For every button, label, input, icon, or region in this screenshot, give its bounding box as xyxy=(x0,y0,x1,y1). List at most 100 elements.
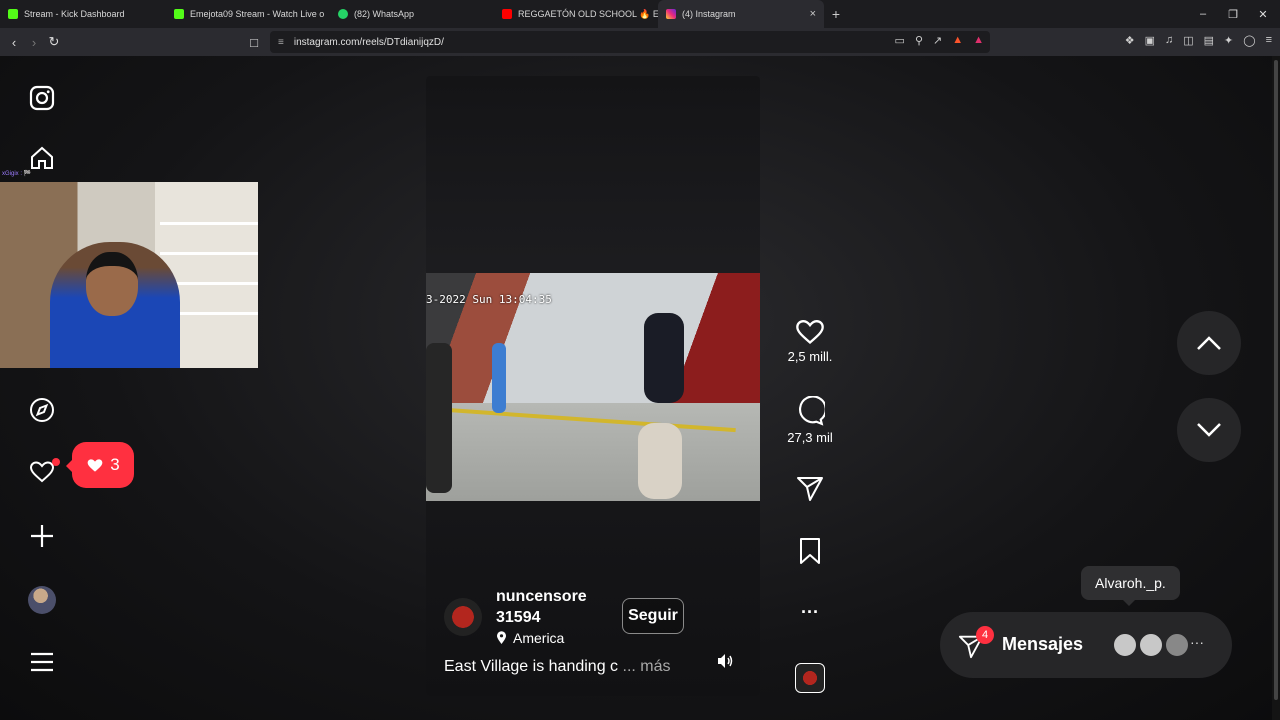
minimize-icon[interactable]: – xyxy=(1188,0,1218,28)
share-button[interactable] xyxy=(784,474,836,502)
reel-video[interactable]: 3-2022 Sun 13:04:35 xyxy=(426,273,760,501)
reel-author: nuncensore 31594 America Seguir xyxy=(444,586,744,646)
bookmark-icon xyxy=(800,538,820,564)
heart-icon xyxy=(796,320,824,345)
likes-count: 3 xyxy=(110,455,120,474)
author-avatar[interactable] xyxy=(444,598,482,636)
avatar-tooltip: Alvaroh._p. xyxy=(1081,566,1180,606)
bookmark-icon[interactable]: □ xyxy=(244,32,264,52)
author-location[interactable]: America xyxy=(496,630,564,646)
author-username-line1: nuncensore xyxy=(496,588,587,605)
create-plus-icon[interactable] xyxy=(28,522,56,550)
forward-icon[interactable]: › xyxy=(24,32,44,52)
site-settings-icon[interactable]: ≡ xyxy=(278,37,284,48)
comment-icon xyxy=(799,396,825,426)
chevron-up-icon xyxy=(1197,336,1221,350)
instagram-icon xyxy=(666,9,676,19)
streamer-head xyxy=(86,252,138,316)
messages-badge: 4 xyxy=(976,626,994,644)
location-text: America xyxy=(513,630,565,646)
tab-instagram[interactable]: (4) Instagram × xyxy=(658,0,824,28)
back-icon[interactable]: ‹ xyxy=(4,32,24,52)
shelf xyxy=(160,252,258,255)
tab-youtube[interactable]: REGGAETÓN OLD SCHOOL 🔥 ENG xyxy=(494,0,658,28)
close-tab-icon[interactable]: × xyxy=(810,8,816,20)
webcam-overlay xyxy=(0,182,258,368)
reel-caption[interactable]: East Village is handing c ... más xyxy=(444,658,671,676)
next-reel-button[interactable] xyxy=(1177,398,1241,462)
like-count: 2,5 mill. xyxy=(787,349,833,364)
zoom-icon[interactable]: ⚲ xyxy=(915,34,923,47)
comment-count: 27,3 mil xyxy=(787,430,833,445)
messages-bar[interactable]: 4 Mensajes ··· xyxy=(940,612,1232,678)
save-button[interactable] xyxy=(784,537,836,565)
menu-icon[interactable]: ≡ xyxy=(1266,34,1272,47)
tab-kick-stream[interactable]: Emejota09 Stream - Watch Live o xyxy=(166,0,330,28)
reload-icon[interactable]: ↻ xyxy=(44,32,64,52)
volume-icon[interactable] xyxy=(716,652,736,672)
tab-whatsapp[interactable]: (82) WhatsApp xyxy=(330,0,494,28)
home-icon[interactable] xyxy=(28,144,56,172)
instagram-logo-icon[interactable] xyxy=(28,84,56,112)
wallet-icon[interactable]: ▤ xyxy=(1204,34,1214,47)
tab-title: Stream - Kick Dashboard xyxy=(24,9,125,19)
like-button[interactable]: 2,5 mill. xyxy=(784,317,836,364)
reel-player[interactable]: 3-2022 Sun 13:04:35 nuncensore 31594 Ame… xyxy=(426,76,760,696)
previous-reel-button[interactable] xyxy=(1177,311,1241,375)
more-menu-icon[interactable] xyxy=(28,648,56,676)
whatsapp-icon xyxy=(338,9,348,19)
person-left xyxy=(426,343,452,493)
avatar[interactable] xyxy=(1112,632,1138,658)
tab-title: REGGAETÓN OLD SCHOOL 🔥 ENG xyxy=(518,8,658,19)
avatar[interactable] xyxy=(1164,632,1190,658)
share-icon[interactable]: ↗ xyxy=(933,34,942,47)
likes-notification-badge[interactable]: 3 xyxy=(66,442,134,488)
page-scrollbar[interactable] xyxy=(1272,56,1280,720)
more-conversations-icon[interactable]: ··· xyxy=(1190,634,1204,650)
leo-icon[interactable]: ✦ xyxy=(1224,34,1233,47)
comment-button[interactable]: 27,3 mil xyxy=(784,396,836,445)
shelf xyxy=(160,222,258,225)
follow-button[interactable]: Seguir xyxy=(622,598,684,634)
more-options-button[interactable]: ··· xyxy=(784,602,836,623)
caption-more-link[interactable]: ... más xyxy=(623,658,671,675)
tab-title: (82) WhatsApp xyxy=(354,9,415,19)
chat-overlay-line: xGigix : 🏁 xyxy=(2,171,32,177)
tab-kick-dashboard[interactable]: Stream - Kick Dashboard xyxy=(0,0,166,28)
screenshot-icon[interactable]: ▣ xyxy=(1145,34,1155,47)
messages-label: Mensajes xyxy=(1002,634,1084,654)
brave-shield-icon[interactable]: ▲ xyxy=(952,34,963,47)
heart-icon xyxy=(87,459,103,472)
avatar[interactable] xyxy=(1138,632,1164,658)
media-icon[interactable]: ♫ xyxy=(1165,34,1173,47)
instagram-page: 3 xGigix : 🏁 3-2022 Sun 13:04:35 nuncens… xyxy=(0,56,1280,720)
blue-post xyxy=(492,343,506,413)
sidebar-icon[interactable]: ◫ xyxy=(1183,34,1193,47)
new-tab-button[interactable]: + xyxy=(824,6,848,22)
extensions-icon[interactable]: ❖ xyxy=(1125,34,1135,47)
author-username[interactable]: nuncensore 31594 xyxy=(496,586,587,628)
cast-icon[interactable]: ▭ xyxy=(895,34,905,47)
caption-text: East Village is handing c xyxy=(444,658,619,675)
avatar xyxy=(28,586,56,614)
kick-icon xyxy=(174,9,184,19)
explore-icon[interactable] xyxy=(28,396,56,424)
audio-thumbnail[interactable] xyxy=(795,663,825,693)
left-sidebar: 3 xyxy=(0,56,134,720)
scrollbar-thumb[interactable] xyxy=(1274,60,1278,700)
chevron-down-icon xyxy=(1197,423,1221,437)
address-bar[interactable]: ≡ instagram.com/reels/DTdianijqzD/ ▭ ⚲ ↗… xyxy=(270,31,990,53)
kick-icon xyxy=(8,9,18,19)
brave-rewards-icon[interactable]: ▲ xyxy=(973,34,984,47)
restore-icon[interactable]: ❐ xyxy=(1218,0,1248,28)
browser-toolbar: ‹ › ↻ □ ≡ instagram.com/reels/DTdianijqz… xyxy=(0,28,1280,56)
close-window-icon[interactable]: ✕ xyxy=(1248,0,1278,28)
tab-title: (4) Instagram xyxy=(682,9,736,19)
location-pin-icon xyxy=(497,631,506,644)
profile-avatar[interactable] xyxy=(28,586,56,614)
tab-title: Emejota09 Stream - Watch Live o xyxy=(190,9,325,19)
vpn-icon[interactable]: ◯ xyxy=(1243,34,1255,47)
person-firefighter xyxy=(644,313,684,403)
youtube-icon xyxy=(502,9,512,19)
author-username-line2: 31594 xyxy=(496,609,541,626)
